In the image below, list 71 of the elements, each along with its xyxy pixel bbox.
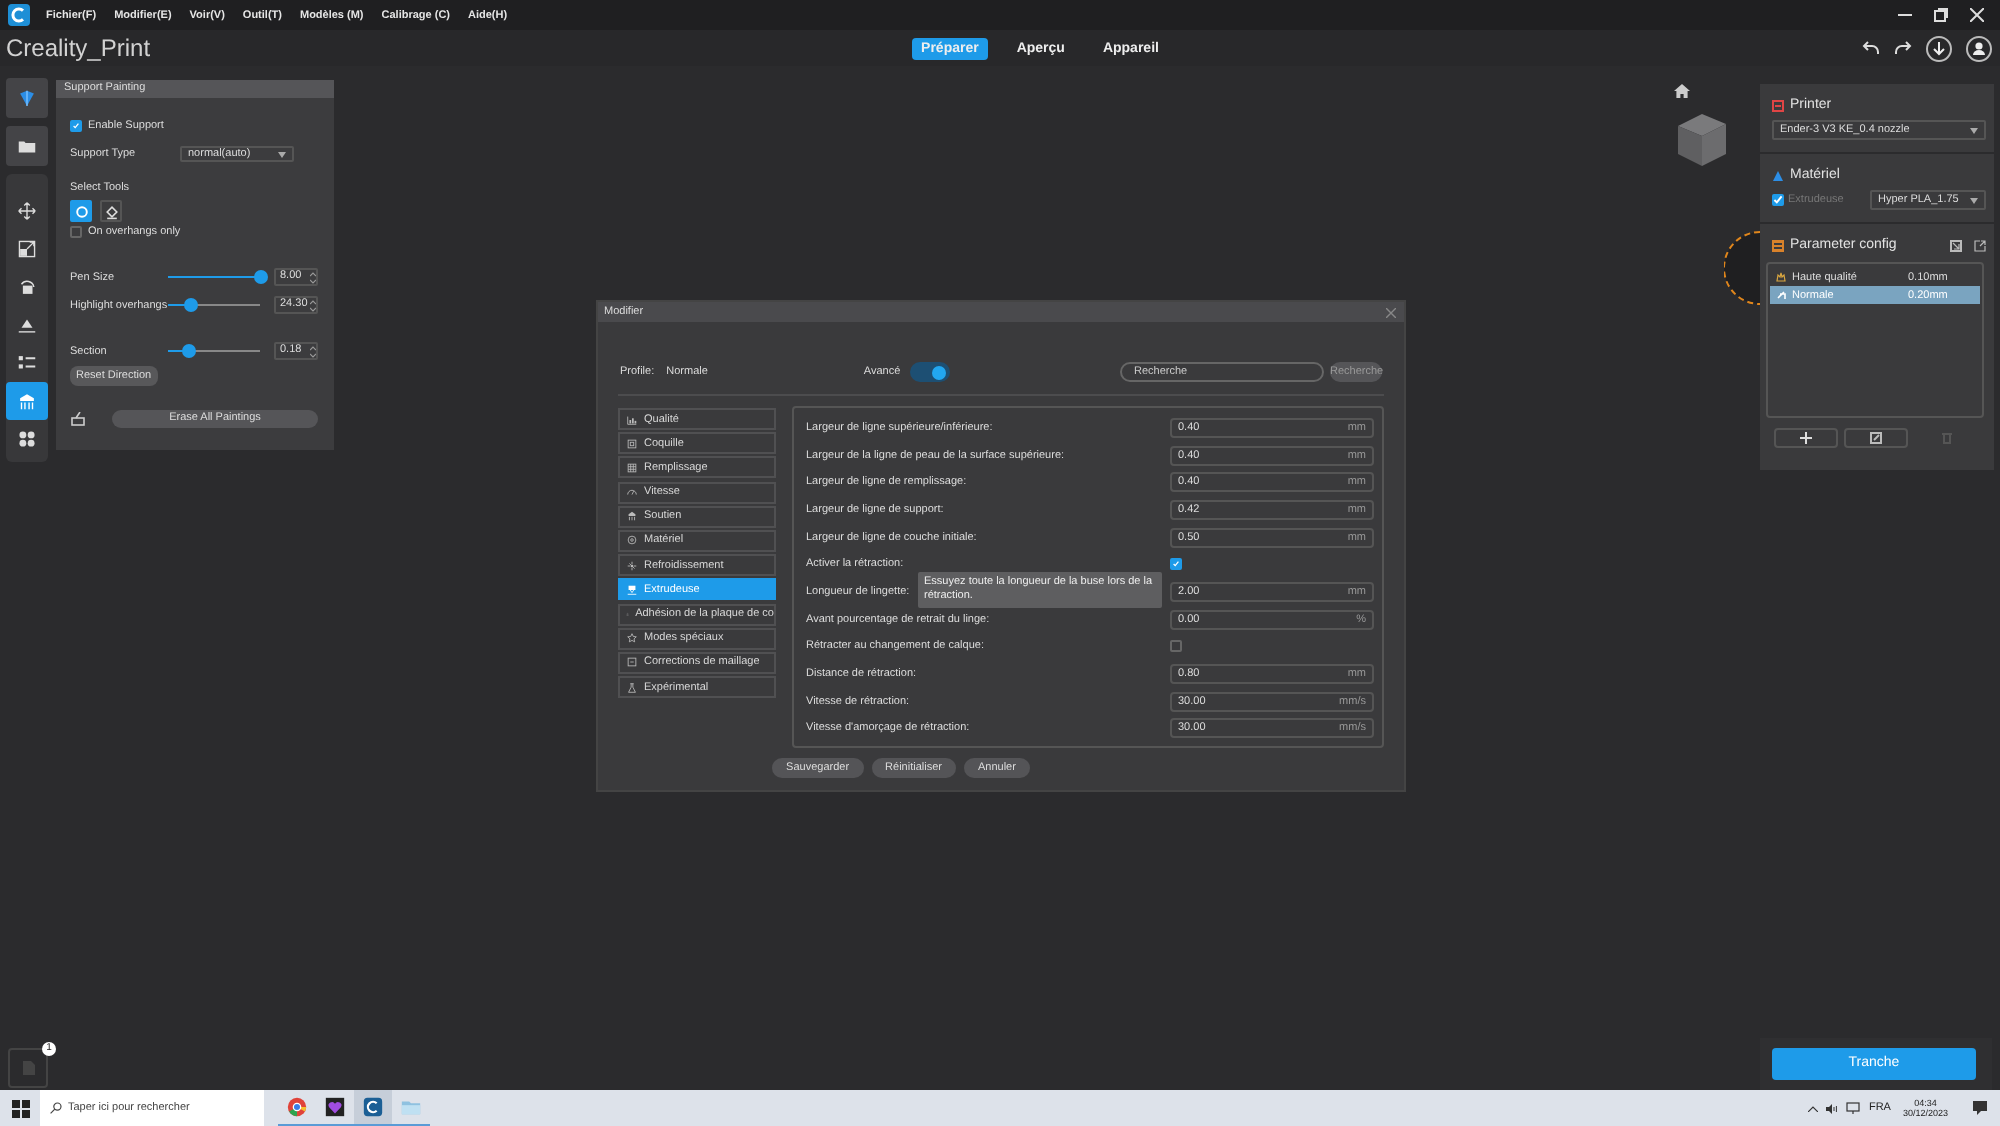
app-logo-icon <box>8 4 30 26</box>
user-icon[interactable] <box>1966 35 1992 61</box>
rotate-icon <box>16 276 38 298</box>
document-icon <box>21 1060 35 1076</box>
filament-icon <box>1772 169 1784 181</box>
move-icon <box>16 200 38 222</box>
app-title: Creality_Print <box>6 34 153 62</box>
edit-button[interactable] <box>1844 428 1908 448</box>
circle-tool[interactable] <box>70 200 92 222</box>
slider[interactable] <box>168 344 260 358</box>
file-button[interactable] <box>8 1048 48 1088</box>
square-icon <box>626 437 638 450</box>
list-icon <box>16 352 38 374</box>
lay-flat-icon <box>16 314 38 336</box>
folder-icon <box>400 1096 422 1118</box>
checkbox[interactable] <box>70 226 82 238</box>
rocket-icon <box>1776 290 1786 300</box>
browser-icon <box>286 1096 308 1118</box>
import-icon[interactable] <box>1950 239 1962 251</box>
taskbar-app[interactable] <box>354 1090 392 1126</box>
notification-icon[interactable] <box>1972 1100 1988 1116</box>
search-icon <box>50 1102 62 1114</box>
spinner-icon[interactable] <box>310 272 316 284</box>
restore-icon[interactable] <box>1934 8 1948 22</box>
scale-icon <box>16 238 38 260</box>
slider[interactable] <box>168 298 260 312</box>
bucket-tool[interactable] <box>100 200 122 222</box>
folder-tool[interactable] <box>6 126 48 166</box>
slicer-app-icon <box>362 1096 384 1118</box>
caret-icon <box>1970 197 1978 203</box>
crown-icon <box>1776 272 1786 282</box>
speaker-icon[interactable] <box>1826 1103 1839 1113</box>
network-icon[interactable] <box>1846 1102 1861 1114</box>
flask-icon <box>626 681 638 694</box>
bars-icon <box>626 413 638 425</box>
export-icon[interactable] <box>1974 239 1986 251</box>
caret-icon <box>278 151 286 157</box>
model-drawing <box>1724 230 1764 306</box>
support-icon <box>16 390 38 412</box>
view-cube-drawing[interactable] <box>1672 110 1732 170</box>
fan-icon <box>626 559 638 572</box>
redo-icon[interactable] <box>1894 40 1912 56</box>
caret-icon <box>1970 127 1978 133</box>
edit-icon <box>1870 432 1882 444</box>
star-icon <box>626 632 638 645</box>
home-icon[interactable] <box>1674 84 1690 98</box>
checkbox[interactable] <box>70 120 82 132</box>
toggle-switch[interactable] <box>910 362 951 382</box>
download-icon[interactable] <box>1926 35 1952 61</box>
undo-icon[interactable] <box>1862 40 1880 56</box>
gauge-icon <box>626 486 638 499</box>
frame-icon <box>626 656 638 669</box>
cube-logo-icon <box>16 87 38 109</box>
disc-icon <box>626 534 638 547</box>
checkbox[interactable] <box>1170 558 1182 571</box>
spinner-icon[interactable] <box>310 346 316 358</box>
start-icon[interactable] <box>12 1099 30 1117</box>
grid-icon <box>626 461 638 474</box>
spinner-icon[interactable] <box>310 300 316 312</box>
support-icon <box>626 510 638 523</box>
config-icon <box>1772 239 1784 251</box>
chevron-icon[interactable] <box>1808 1105 1819 1111</box>
eraser-icon[interactable] <box>70 412 86 426</box>
printer-icon <box>1772 99 1784 111</box>
minimize-icon[interactable] <box>1898 8 1912 22</box>
extruder-icon <box>626 583 638 596</box>
heart-icon <box>324 1096 346 1118</box>
checkbox[interactable] <box>1170 640 1182 653</box>
add-button[interactable] <box>1774 428 1838 448</box>
grid-icon <box>16 428 38 450</box>
plus-icon <box>1800 432 1812 444</box>
